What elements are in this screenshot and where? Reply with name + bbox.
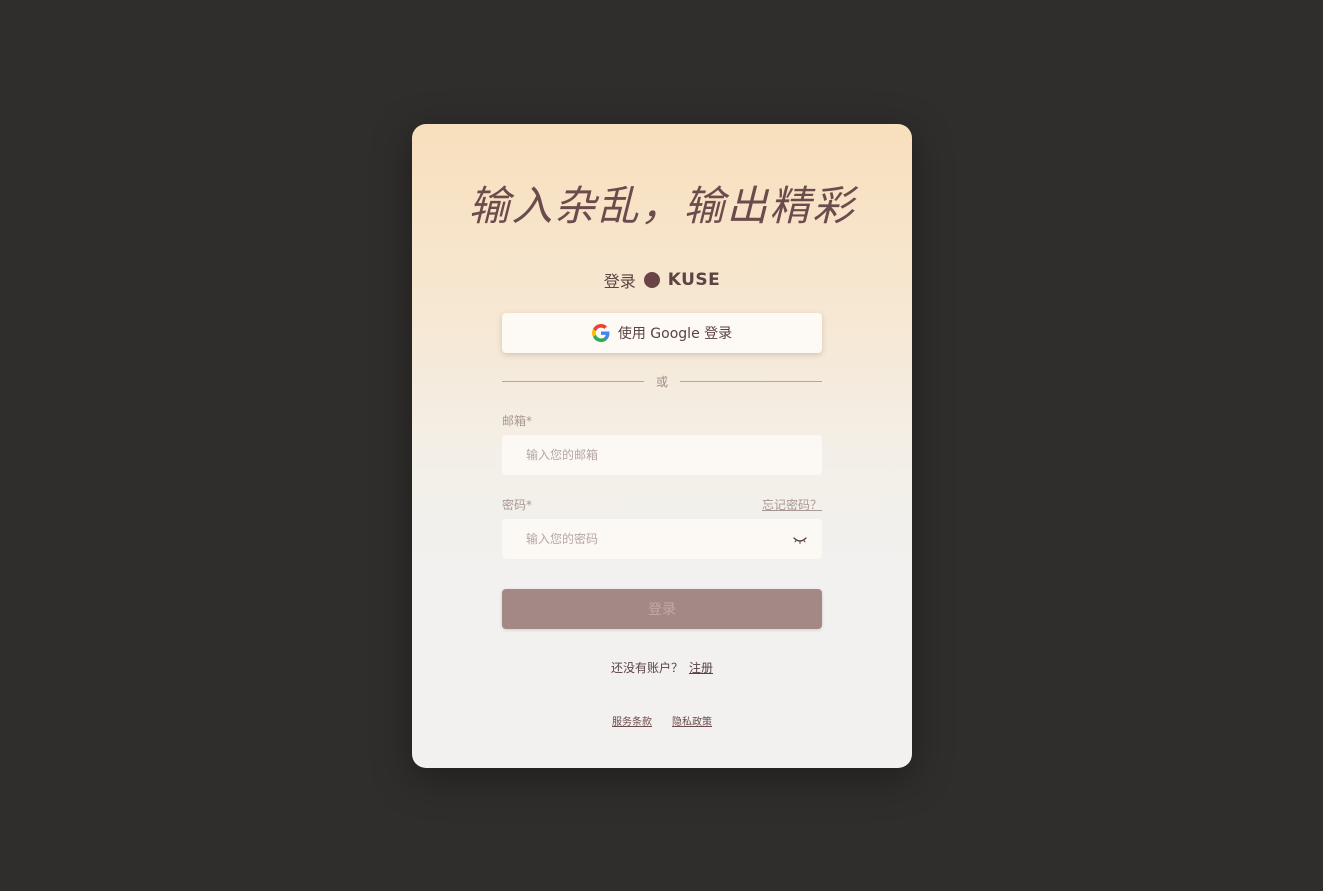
or-divider: 或	[502, 372, 822, 390]
dot-logo-icon	[643, 272, 660, 288]
brand-name: KUSE	[667, 270, 721, 290]
forgot-password-link[interactable]: 忘记密码？	[762, 496, 822, 513]
login-button[interactable]: 登录	[502, 589, 822, 629]
password-label: 密码*	[502, 498, 533, 512]
brand-row: 登录 KUSE	[412, 268, 912, 292]
signup-row: 还没有账户？ 注册	[412, 659, 912, 676]
footer-links: 服务条款 隐私政策	[412, 713, 912, 728]
google-login-button[interactable]: 使用 Google 登录	[502, 313, 822, 353]
password-field-box	[502, 519, 822, 559]
divider-line-left	[502, 380, 644, 382]
signup-prompt: 还没有账户？	[610, 661, 683, 675]
terms-link[interactable]: 服务条款	[612, 713, 652, 728]
headline: 输入杂乱，输出精彩	[468, 182, 856, 230]
divider-line-right	[680, 380, 822, 382]
login-card: 输入杂乱，输出精彩 登录 KUSE 使用 Google 登录 或 邮箱* 密码*…	[412, 124, 912, 768]
email-field[interactable]	[502, 435, 822, 475]
google-login-label: 使用 Google 登录	[617, 326, 733, 342]
google-icon	[591, 324, 610, 342]
privacy-link[interactable]: 隐私政策	[672, 713, 712, 728]
password-field[interactable]	[502, 519, 822, 559]
email-field-box	[502, 435, 822, 475]
email-label: 邮箱*	[502, 414, 533, 428]
signup-link[interactable]: 注册	[689, 661, 713, 675]
brand-login-text: 登录	[603, 272, 636, 291]
divider-text: 或	[655, 374, 668, 389]
eye-closed-icon[interactable]	[792, 532, 808, 546]
